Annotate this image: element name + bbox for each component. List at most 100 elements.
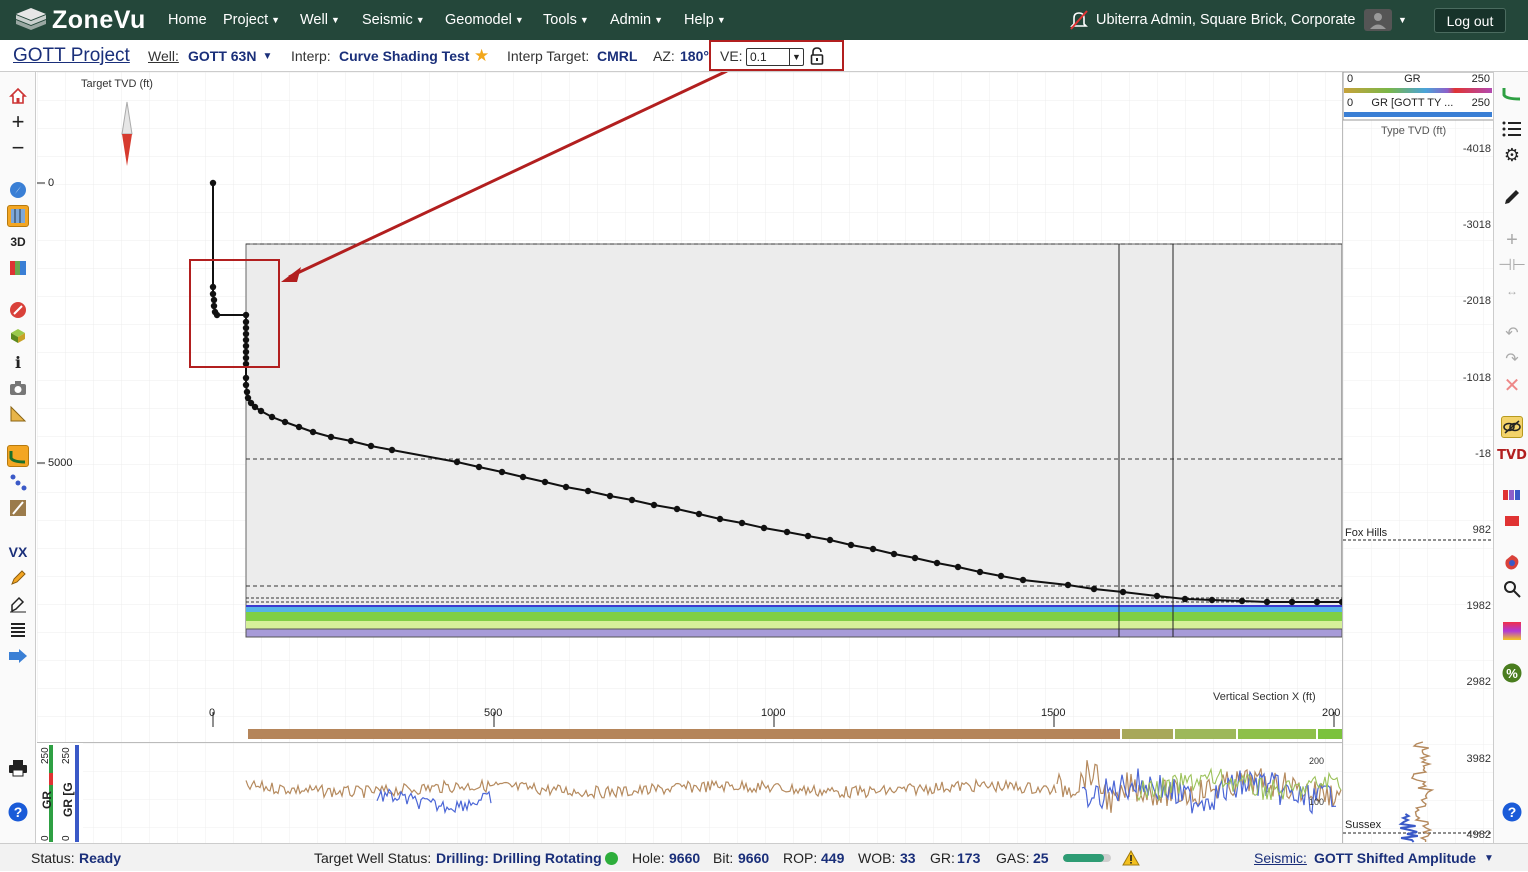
star-icon[interactable]: ★ (474, 40, 489, 72)
well-path-point[interactable] (242, 318, 250, 326)
well-path-point[interactable] (562, 483, 570, 491)
edit-points-icon[interactable] (7, 593, 29, 615)
percent-icon[interactable]: % (1501, 662, 1523, 684)
well-selector[interactable]: GOTT 63N ▼ (188, 40, 272, 72)
well-path-point[interactable] (242, 348, 250, 356)
add-icon[interactable]: + (1501, 229, 1523, 251)
pencil-icon[interactable] (7, 567, 29, 589)
well-path-point[interactable] (295, 423, 303, 431)
well-path-point[interactable] (911, 554, 919, 562)
well-path-point[interactable] (1119, 588, 1127, 596)
well-path-point[interactable] (347, 437, 355, 445)
well-path-point[interactable] (804, 532, 812, 540)
interp-target-value[interactable]: CMRL (597, 40, 637, 72)
well-path-point[interactable] (890, 550, 898, 558)
well-path-point[interactable] (388, 446, 396, 454)
well-path-point[interactable] (327, 433, 335, 441)
well-path-point[interactable] (650, 501, 658, 509)
well-path-point[interactable] (826, 536, 834, 544)
logout-button[interactable]: Log out (1434, 8, 1506, 33)
well-path-point[interactable] (997, 572, 1005, 580)
well-path-point[interactable] (309, 428, 317, 436)
well-path-icon[interactable] (7, 445, 29, 467)
project-link[interactable]: GOTT Project (13, 40, 130, 72)
well-path-point[interactable] (367, 442, 375, 450)
geomodel-icon[interactable] (7, 325, 29, 347)
well-path-point[interactable] (1288, 598, 1296, 606)
well-path-point[interactable] (210, 296, 218, 304)
well-path-point[interactable] (869, 545, 877, 553)
well-path-point[interactable] (281, 418, 289, 426)
lock-icon[interactable] (810, 47, 824, 68)
ruler-icon[interactable] (7, 403, 29, 425)
well-path-point[interactable] (519, 473, 527, 481)
help-icon[interactable]: ? (7, 801, 29, 823)
well-path-point[interactable] (453, 458, 461, 466)
resize-horizontal-icon[interactable]: ↔ (1501, 280, 1523, 302)
palette-icon[interactable] (1501, 552, 1523, 574)
target-icon[interactable] (7, 299, 29, 321)
zoom-in-icon[interactable]: + (7, 109, 29, 134)
well-path-point[interactable] (209, 283, 217, 291)
user-name[interactable]: Ubiterra Admin, Square Brick, Corporate (1096, 0, 1356, 40)
well-path-point[interactable] (606, 492, 614, 500)
type-log-panel[interactable]: 0 GR 250 0 GR [GOTT TY ... 250 Type TVD … (1342, 71, 1495, 843)
well-path-point[interactable] (498, 468, 506, 476)
info-icon[interactable]: i (7, 351, 29, 373)
well-path-point[interactable] (242, 330, 250, 338)
well-path-point[interactable] (268, 413, 276, 421)
nav-home[interactable]: Home (168, 0, 207, 40)
well-path-point[interactable] (847, 541, 855, 549)
chevron-down-icon[interactable]: ▼ (1484, 844, 1494, 872)
nav-geomodel[interactable]: Geomodel ▼ (445, 0, 524, 40)
layers-icon[interactable] (7, 619, 29, 641)
well-path-icon[interactable] (1501, 82, 1523, 104)
interp-value[interactable]: Curve Shading Test (339, 40, 469, 72)
cross-section-plot[interactable]: Target TVD (ft) 0 5000 Vertical Section … (37, 69, 1346, 742)
well-path-point[interactable] (584, 487, 592, 495)
well-path-point[interactable] (1208, 596, 1216, 604)
list-icon[interactable] (1501, 118, 1523, 140)
well-path-point[interactable] (954, 563, 962, 571)
well-path-point[interactable] (1064, 581, 1072, 589)
search-icon[interactable] (1501, 578, 1523, 600)
well-path-point[interactable] (242, 324, 250, 332)
notifications-muted-icon[interactable] (1068, 0, 1090, 40)
well-path-point[interactable] (1263, 598, 1271, 606)
seismic-value[interactable]: GOTT Shifted Amplitude (1314, 844, 1476, 872)
camera-icon[interactable] (7, 377, 29, 399)
fault-icon[interactable] (7, 497, 29, 519)
home-view-icon[interactable] (7, 85, 29, 107)
az-value[interactable]: 180° (680, 40, 709, 72)
well-path-point[interactable] (628, 496, 636, 504)
nav-seismic[interactable]: Seismic ▼ (362, 0, 425, 40)
well-path-point[interactable] (475, 463, 483, 471)
cross-section-view-icon[interactable] (7, 205, 29, 227)
forward-arrow-icon[interactable] (7, 645, 29, 667)
avatar[interactable]: ▼ (1364, 0, 1407, 40)
nav-tools[interactable]: Tools ▼ (543, 0, 589, 40)
well-path-point[interactable] (933, 559, 941, 567)
nav-well[interactable]: Well ▼ (300, 0, 340, 40)
zonevu-logo[interactable]: ZoneVu (14, 4, 146, 36)
well-path-point[interactable] (243, 388, 251, 396)
print-icon[interactable] (7, 757, 29, 779)
well-path-point[interactable] (210, 302, 218, 310)
well-path-point[interactable] (1019, 576, 1027, 584)
ve-select[interactable]: 0.1 ▼ (746, 48, 804, 66)
well-path-point[interactable] (242, 374, 250, 382)
seismic-label[interactable]: Seismic: (1254, 844, 1307, 872)
color-gradient-icon[interactable] (1501, 620, 1523, 642)
unlink-icon[interactable] (1501, 416, 1523, 438)
well-path-point[interactable] (1153, 592, 1161, 600)
zoom-out-icon[interactable]: − (7, 135, 29, 160)
well-label[interactable]: Well: (148, 40, 179, 72)
well-path-point[interactable] (695, 510, 703, 518)
color-bars-icon[interactable] (1501, 484, 1523, 506)
help-icon[interactable]: ? (1501, 801, 1523, 823)
well-path-point[interactable] (760, 524, 768, 532)
well-path-point[interactable] (1238, 597, 1246, 605)
3d-view-icon[interactable]: 3D (7, 231, 29, 253)
well-path-point[interactable] (242, 336, 250, 344)
well-path-point[interactable] (213, 311, 221, 319)
